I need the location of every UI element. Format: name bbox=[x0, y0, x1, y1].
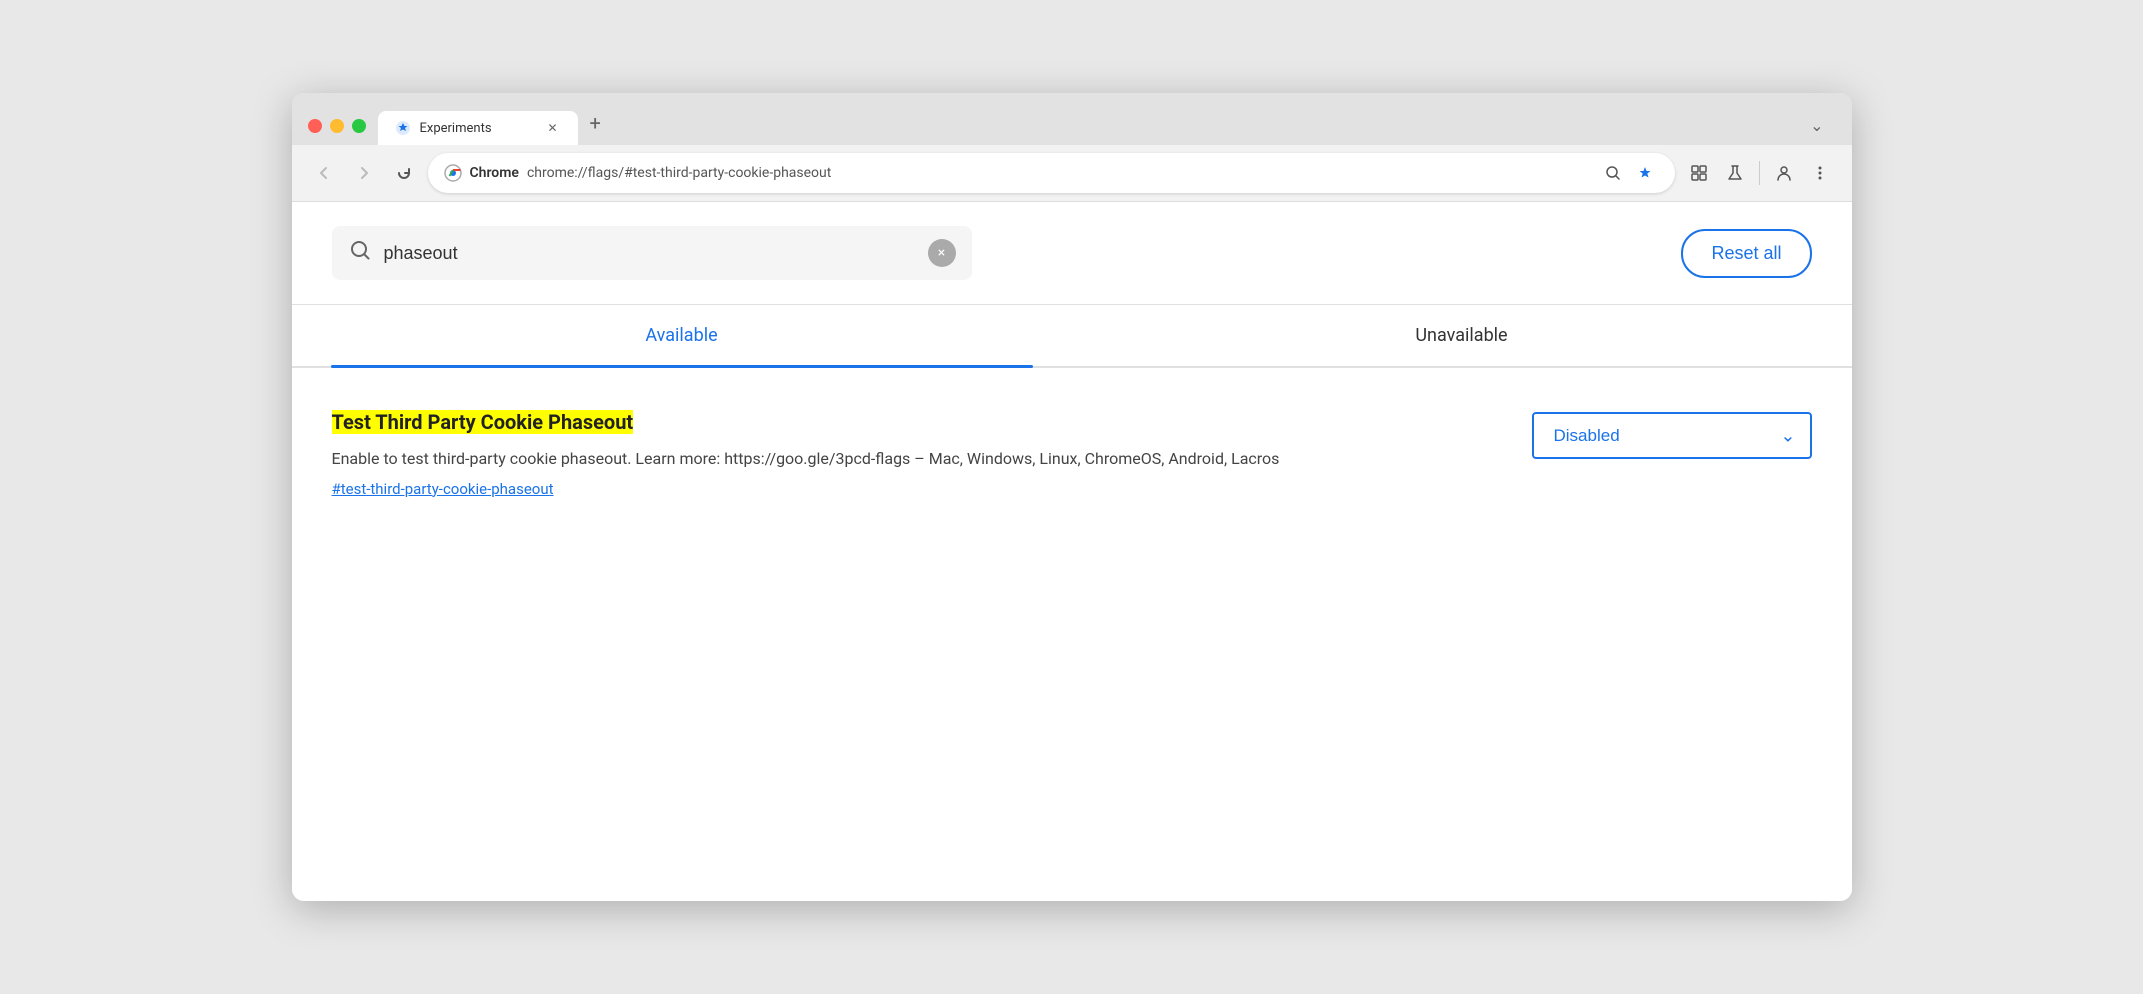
flag-item: Test Third Party Cookie Phaseout Enable … bbox=[332, 392, 1812, 514]
address-bar: Chrome chrome://flags/#test-third-party-… bbox=[292, 145, 1852, 201]
forward-button[interactable] bbox=[348, 157, 380, 189]
tab-title: Experiments bbox=[420, 121, 536, 136]
back-button[interactable] bbox=[308, 157, 340, 189]
search-area: × Reset all bbox=[292, 202, 1852, 305]
tab-icon bbox=[394, 119, 412, 137]
traffic-lights bbox=[308, 119, 366, 145]
url-path: chrome://flags/#test-third-party-cookie-… bbox=[527, 165, 1591, 181]
close-button[interactable] bbox=[308, 119, 322, 133]
tab-available-label: Available bbox=[645, 325, 717, 346]
search-icon bbox=[348, 238, 372, 268]
tab-available[interactable]: Available bbox=[292, 305, 1072, 366]
flag-anchor-link[interactable]: #test-third-party-cookie-phaseout bbox=[332, 480, 1492, 498]
lab-icon[interactable] bbox=[1719, 157, 1751, 189]
url-origin: Chrome bbox=[470, 165, 519, 181]
flag-select[interactable]: Default Disabled Enabled bbox=[1532, 412, 1812, 459]
flag-control[interactable]: Default Disabled Enabled bbox=[1532, 412, 1812, 459]
bookmark-star-icon[interactable] bbox=[1631, 159, 1659, 187]
search-box[interactable]: × bbox=[332, 226, 972, 280]
search-input[interactable] bbox=[384, 243, 916, 264]
flag-title: Test Third Party Cookie Phaseout bbox=[332, 410, 634, 434]
tab-close-button[interactable]: ✕ bbox=[544, 119, 562, 137]
search-clear-button[interactable]: × bbox=[928, 239, 956, 267]
tab-unavailable-label: Unavailable bbox=[1415, 325, 1507, 346]
title-bar: Experiments ✕ + ⌄ bbox=[292, 93, 1852, 145]
flags-tabs: Available Unavailable bbox=[292, 305, 1852, 368]
extensions-icon[interactable] bbox=[1683, 157, 1715, 189]
clear-icon: × bbox=[938, 245, 945, 261]
browser-window: Experiments ✕ + ⌄ Chro bbox=[292, 93, 1852, 901]
flag-select-wrapper[interactable]: Default Disabled Enabled bbox=[1532, 412, 1812, 459]
flag-description: Enable to test third-party cookie phaseo… bbox=[332, 446, 1492, 472]
reset-all-button[interactable]: Reset all bbox=[1681, 229, 1811, 278]
toolbar-separator bbox=[1759, 161, 1760, 185]
reload-button[interactable] bbox=[388, 157, 420, 189]
account-icon[interactable] bbox=[1768, 157, 1800, 189]
chrome-logo-icon bbox=[444, 164, 462, 182]
active-tab[interactable]: Experiments ✕ bbox=[378, 111, 578, 145]
content-area: × Reset all Available Unavailable Test T… bbox=[292, 201, 1852, 901]
maximize-button[interactable] bbox=[352, 119, 366, 133]
zoom-icon[interactable] bbox=[1599, 159, 1627, 187]
tab-overflow-button[interactable]: ⌄ bbox=[1798, 108, 1835, 145]
url-bar[interactable]: Chrome chrome://flags/#test-third-party-… bbox=[428, 153, 1675, 193]
toolbar-actions bbox=[1683, 157, 1836, 189]
flag-info: Test Third Party Cookie Phaseout Enable … bbox=[332, 408, 1492, 498]
flags-list: Test Third Party Cookie Phaseout Enable … bbox=[292, 368, 1852, 538]
url-actions bbox=[1599, 159, 1659, 187]
menu-icon[interactable] bbox=[1804, 157, 1836, 189]
new-tab-button[interactable]: + bbox=[578, 103, 613, 145]
tab-unavailable[interactable]: Unavailable bbox=[1072, 305, 1852, 366]
minimize-button[interactable] bbox=[330, 119, 344, 133]
